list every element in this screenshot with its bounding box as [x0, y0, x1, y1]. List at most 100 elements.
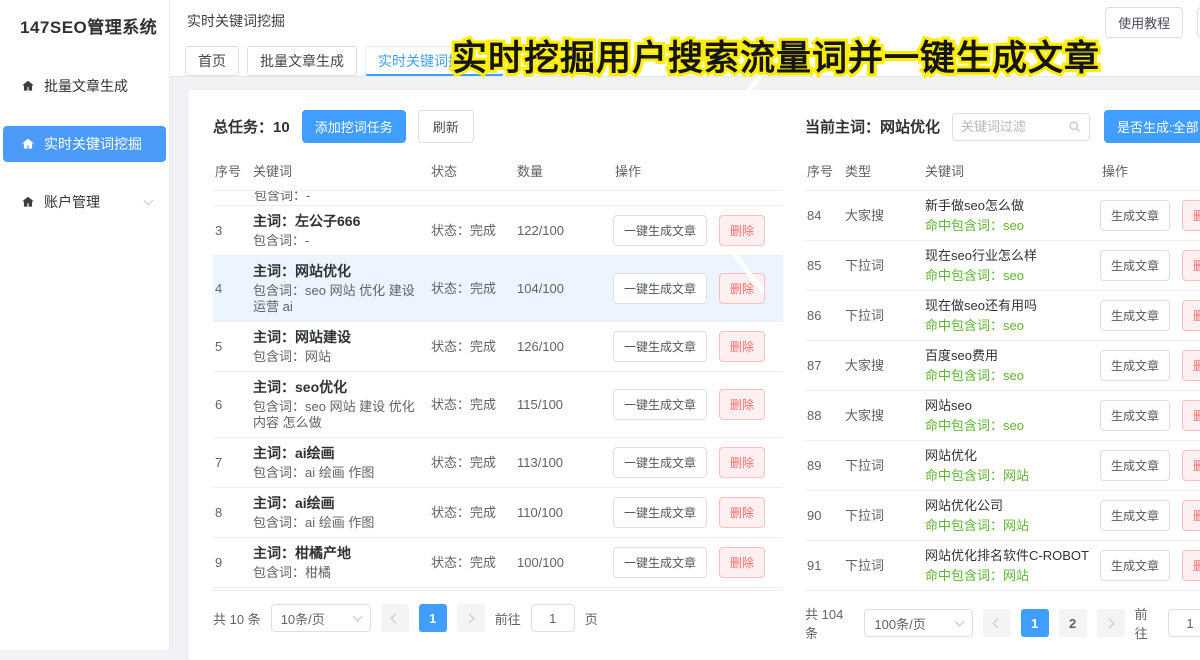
total-tasks-label: 总任务：10 [213, 116, 290, 137]
keyword-row[interactable]: 87 大家搜 百度seo费用 命中包含词：seo 生成文章 删除 [805, 341, 1200, 391]
topbar-actions: 使用教程 CMS [1105, 7, 1200, 38]
page-button[interactable]: 1 [419, 604, 447, 632]
delete-button[interactable]: 删除 [719, 273, 765, 304]
delete-button[interactable]: 删除 [719, 331, 765, 362]
column-header: 关键词 [925, 163, 1100, 180]
goto-page-input[interactable] [1168, 609, 1200, 637]
generate-article-button[interactable]: 生成文章 [1100, 200, 1170, 231]
generate-article-button[interactable]: 一键生成文章 [613, 497, 707, 528]
generate-article-button[interactable]: 生成文章 [1100, 250, 1170, 281]
tab-label: 首页 [198, 51, 226, 71]
keywords-panel: 当前主词：网站优化 是否生成:全部 序号 类型 关键词 操作 84 大家搜 [805, 94, 1200, 642]
task-row[interactable]: 10 主词：房地产行情 一键生成文章 删除 [213, 588, 783, 591]
generate-filter-button[interactable]: 是否生成:全部 [1104, 110, 1200, 143]
chevron-left-icon [391, 613, 401, 623]
delete-button[interactable]: 删除 [1182, 200, 1200, 231]
chevron-left-icon [993, 618, 1003, 628]
keyword-row[interactable]: 85 下拉词 现在seo行业怎么样 命中包含词：seo 生成文章 删除 [805, 241, 1200, 291]
delete-button[interactable]: 删除 [1182, 500, 1200, 531]
keyword-row[interactable]: 86 下拉词 现在做seo还有用吗 命中包含词：seo 生成文章 删除 [805, 291, 1200, 341]
tasks-toolbar: 总任务：10 添加挖词任务 刷新 [213, 110, 783, 143]
delete-button[interactable]: 删除 [719, 389, 765, 420]
prev-page-button[interactable] [983, 609, 1011, 637]
task-row[interactable]: 4 主词：网站优化 包含词：seo 网站 优化 建设 运营 ai 状态：完成 1… [213, 256, 783, 322]
tasks-table-viewport[interactable]: 包含词：- 3 主词：左公子666 包含词：- 状态：完成 122/100 一键… [213, 191, 783, 591]
task-count: 104/100 [517, 280, 603, 297]
task-row[interactable]: 9 主词：柑橘产地 包含词：柑橘 状态：完成 100/100 一键生成文章 删除 [213, 538, 783, 588]
column-header: 状态 [431, 163, 517, 180]
task-row[interactable]: 6 主词：seo优化 包含词：seo 网站 建设 优化 内容 怎么做 状态：完成… [213, 372, 783, 438]
task-main-word: 主词：左公子666 [253, 212, 431, 230]
keyword-row[interactable]: 88 大家搜 网站seo 命中包含词：seo 生成文章 删除 [805, 391, 1200, 441]
tutorial-button[interactable]: 使用教程 [1105, 7, 1183, 38]
app-title: 147SEO管理系统 [0, 0, 169, 38]
add-task-button[interactable]: 添加挖词任务 [302, 110, 406, 143]
task-count: 122/100 [517, 222, 603, 239]
delete-button[interactable]: 删除 [719, 497, 765, 528]
page-unit-label: 页 [585, 609, 598, 628]
keyword-text: 网站优化公司 [925, 497, 1100, 514]
delete-button[interactable]: 删除 [1182, 250, 1200, 281]
task-include-words: 包含词：柑橘 [253, 565, 431, 581]
generate-article-button[interactable]: 生成文章 [1100, 350, 1170, 381]
keyword-type: 大家搜 [845, 407, 925, 424]
keyword-row[interactable]: 90 下拉词 网站优化公司 命中包含词：网站 生成文章 删除 [805, 491, 1200, 541]
delete-button[interactable]: 删除 [719, 215, 765, 246]
keyword-type: 下拉词 [845, 457, 925, 474]
generate-article-button[interactable]: 一键生成文章 [613, 447, 707, 478]
tab-batch-article[interactable]: 批量文章生成 [247, 46, 357, 76]
task-row[interactable]: 7 主词：ai绘画 包含词：ai 绘画 作图 状态：完成 113/100 一键生… [213, 438, 783, 488]
generate-article-button[interactable]: 生成文章 [1100, 400, 1170, 431]
prev-page-button[interactable] [381, 604, 409, 632]
row-index: 88 [805, 407, 845, 424]
delete-button[interactable]: 删除 [719, 547, 765, 578]
keyword-filter-input[interactable] [961, 119, 1068, 134]
delete-button[interactable]: 删除 [1182, 300, 1200, 331]
page-button[interactable]: 2 [1059, 609, 1087, 637]
goto-page-input[interactable] [531, 604, 575, 632]
next-page-button[interactable] [1097, 609, 1125, 637]
keyword-row[interactable]: 91 下拉词 网站优化排名软件C-ROBOT 命中包含词：网站 生成文章 删除 [805, 541, 1200, 591]
keyword-row[interactable]: 89 下拉词 网站优化 命中包含词：网站 生成文章 删除 [805, 441, 1200, 491]
generate-article-button[interactable]: 生成文章 [1100, 450, 1170, 481]
task-main-word: 主词：网站优化 [253, 262, 431, 280]
task-include-words: 包含词：网站 [253, 349, 431, 365]
task-row[interactable]: 3 主词：左公子666 包含词：- 状态：完成 122/100 一键生成文章 删… [213, 206, 783, 256]
delete-button[interactable]: 删除 [1182, 350, 1200, 381]
refresh-button[interactable]: 刷新 [418, 110, 474, 143]
generate-article-button[interactable]: 一键生成文章 [613, 331, 707, 362]
generate-article-button[interactable]: 生成文章 [1100, 550, 1170, 581]
generate-article-button[interactable]: 一键生成文章 [613, 547, 707, 578]
delete-button[interactable]: 删除 [1182, 400, 1200, 431]
page-size-select[interactable]: 100条/页 [864, 609, 972, 637]
task-status: 状态：完成 [431, 504, 517, 521]
next-page-button[interactable] [457, 604, 485, 632]
task-include-words: 包含词：seo 网站 优化 建设 运营 ai [253, 283, 431, 315]
keywords-table-viewport[interactable]: 84 大家搜 新手做seo怎么做 命中包含词：seo 生成文章 删除 85 下拉… [805, 191, 1200, 591]
sidebar-item-batch-article[interactable]: 批量文章生成 [3, 68, 166, 104]
task-row[interactable]: 5 主词：网站建设 包含词：网站 状态：完成 126/100 一键生成文章 删除 [213, 322, 783, 372]
task-row-partial: 包含词：- [213, 191, 783, 206]
current-main-word-label: 当前主词：网站优化 [805, 116, 940, 137]
page-button[interactable]: 1 [1021, 609, 1049, 637]
page-size-select[interactable]: 10条/页 [271, 604, 371, 632]
pagination-total: 共 104 条 [805, 604, 854, 642]
sidebar-item-account[interactable]: 账户管理 [3, 184, 166, 220]
delete-button[interactable]: 删除 [719, 447, 765, 478]
goto-label: 前往 [495, 609, 521, 628]
generate-article-button[interactable]: 一键生成文章 [613, 389, 707, 420]
sidebar-item-realtime-keyword[interactable]: 实时关键词挖掘 [3, 126, 166, 162]
delete-button[interactable]: 删除 [1182, 450, 1200, 481]
delete-button[interactable]: 删除 [1182, 550, 1200, 581]
keyword-hit-words: 命中包含词：seo [925, 217, 1100, 234]
generate-article-button[interactable]: 一键生成文章 [613, 215, 707, 246]
tab-home[interactable]: 首页 [185, 46, 239, 76]
task-status: 状态：完成 [431, 396, 517, 413]
task-count: 110/100 [517, 504, 603, 521]
generate-article-button[interactable]: 生成文章 [1100, 300, 1170, 331]
keyword-row[interactable]: 84 大家搜 新手做seo怎么做 命中包含词：seo 生成文章 删除 [805, 191, 1200, 241]
keyword-hit-words: 命中包含词：seo [925, 417, 1100, 434]
task-row[interactable]: 8 主词：ai绘画 包含词：ai 绘画 作图 状态：完成 110/100 一键生… [213, 488, 783, 538]
generate-article-button[interactable]: 一键生成文章 [613, 273, 707, 304]
generate-article-button[interactable]: 生成文章 [1100, 500, 1170, 531]
